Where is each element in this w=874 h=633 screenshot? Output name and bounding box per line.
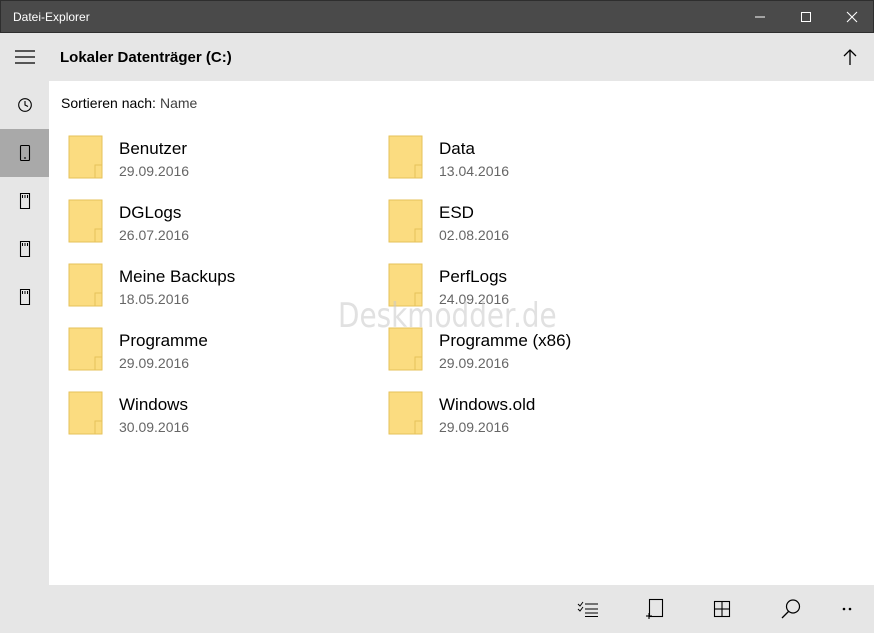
folder-item[interactable]: Windows 30.09.2016 — [49, 383, 349, 439]
folder-icon — [388, 263, 423, 307]
folder-date: 29.09.2016 — [439, 355, 510, 371]
storage-card-icon — [19, 240, 30, 258]
sidebar — [0, 33, 49, 633]
up-button[interactable] — [838, 45, 862, 69]
sidebar-item-this-device[interactable] — [0, 129, 49, 177]
sidebar-item-recent[interactable] — [0, 81, 49, 129]
folder-name: Windows — [119, 395, 188, 414]
folder-icon — [68, 327, 103, 371]
folder-name: PerfLogs — [439, 267, 508, 286]
folder-name: Benutzer — [119, 139, 188, 158]
hamburger-menu-icon — [14, 50, 35, 64]
folder-icon — [68, 135, 103, 179]
sort-value[interactable]: Name — [160, 95, 197, 111]
folder-date: 18.05.2016 — [119, 291, 190, 307]
folder-item[interactable]: PerfLogs 24.09.2016 — [369, 255, 669, 311]
folder-item[interactable]: Programme (x86) 29.09.2016 — [369, 319, 669, 375]
hamburger-menu-button[interactable] — [0, 33, 49, 81]
folder-name: ESD — [439, 203, 474, 222]
more-button[interactable] — [834, 595, 864, 623]
folder-name: Programme (x86) — [439, 331, 572, 350]
folder-item[interactable]: Meine Backups 18.05.2016 — [49, 255, 349, 311]
folder-name: Programme — [119, 331, 208, 350]
recent-clock-icon — [17, 98, 32, 112]
folder-item[interactable]: Programme 29.09.2016 — [49, 319, 349, 375]
folder-date: 13.04.2016 — [439, 163, 510, 179]
folder-item[interactable]: DGLogs 26.07.2016 — [49, 191, 349, 247]
folder-name: DGLogs — [119, 203, 182, 222]
select-button[interactable] — [573, 595, 603, 623]
folder-icon — [388, 391, 423, 435]
storage-card-icon — [19, 192, 30, 210]
select-list-icon — [577, 601, 598, 617]
folder-icon — [68, 391, 103, 435]
phone-device-icon — [19, 144, 30, 162]
folder-date: 29.09.2016 — [439, 419, 510, 435]
folder-item[interactable]: Data 13.04.2016 — [369, 127, 669, 183]
folder-date: 29.09.2016 — [119, 163, 190, 179]
minimize-button[interactable] — [737, 1, 783, 33]
folder-date: 02.08.2016 — [439, 227, 510, 243]
folder-item[interactable]: Windows.old 29.09.2016 — [369, 383, 669, 439]
folder-item[interactable]: Benutzer 29.09.2016 — [49, 127, 349, 183]
folder-name: Windows.old — [439, 395, 536, 414]
sidebar-item-storage-3[interactable] — [0, 273, 49, 321]
search-button[interactable] — [776, 595, 806, 623]
grid-view-icon — [713, 600, 731, 618]
folder-icon — [388, 327, 423, 371]
more-icon — [842, 607, 852, 611]
view-button[interactable] — [707, 595, 737, 623]
folder-name: Data — [439, 139, 475, 158]
window-title: Datei-Explorer — [13, 10, 90, 24]
folder-grid: Benutzer 29.09.2016 Data 13.04.2016 DGLo… — [49, 127, 874, 583]
folder-name: Meine Backups — [119, 267, 236, 286]
folder-date: 30.09.2016 — [119, 419, 190, 435]
folder-icon — [388, 135, 423, 179]
folder-date: 26.07.2016 — [119, 227, 190, 243]
arrow-up-icon — [843, 49, 857, 65]
close-icon — [846, 11, 858, 23]
folder-date: 24.09.2016 — [439, 291, 510, 307]
folder-item[interactable]: ESD 02.08.2016 — [369, 191, 669, 247]
search-icon — [781, 599, 801, 619]
sort-control[interactable]: Sortieren nach: Name — [61, 95, 197, 111]
new-button[interactable] — [640, 595, 670, 623]
title-bar: Datei-Explorer — [0, 0, 874, 33]
new-item-icon — [646, 598, 664, 619]
folder-date: 29.09.2016 — [119, 355, 190, 371]
folder-icon — [388, 199, 423, 243]
close-button[interactable] — [829, 1, 874, 33]
command-bar — [49, 585, 874, 633]
page-title: Lokaler Datenträger (C:) — [60, 49, 232, 66]
sidebar-item-storage-2[interactable] — [0, 225, 49, 273]
sidebar-item-storage-1[interactable] — [0, 177, 49, 225]
folder-icon — [68, 199, 103, 243]
maximize-icon — [801, 12, 811, 22]
maximize-button[interactable] — [783, 1, 829, 33]
sort-label: Sortieren nach: — [61, 95, 156, 111]
minimize-icon — [755, 16, 765, 18]
folder-icon — [68, 263, 103, 307]
storage-card-icon — [19, 288, 30, 306]
location-header: Lokaler Datenträger (C:) — [49, 33, 874, 81]
